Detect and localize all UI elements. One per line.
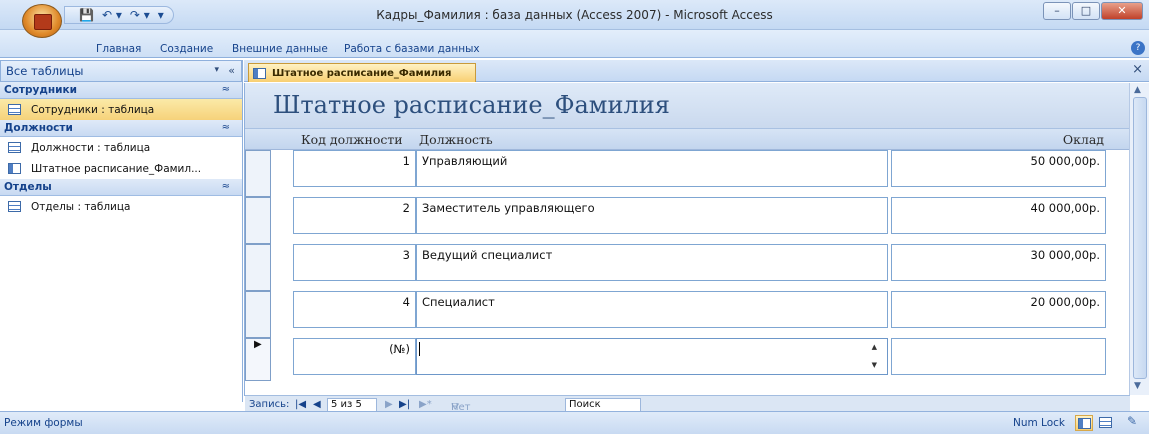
column-headers: Код должности Должность Оклад: [245, 128, 1130, 150]
office-logo-icon: [34, 14, 52, 30]
position-field[interactable]: Управляющий: [416, 150, 888, 187]
record-selector[interactable]: [245, 244, 271, 291]
nav-group-title: Должности: [4, 122, 73, 134]
status-mode: Режим формы: [4, 417, 83, 429]
form-view: Штатное расписание_Фамилия Код должности…: [244, 83, 1130, 424]
form-view-button[interactable]: [1075, 415, 1093, 431]
nav-group-title: Отделы: [4, 181, 52, 193]
chevron-up-icon: ≈: [221, 122, 230, 133]
nav-pane-header[interactable]: Все таблицы ▾ «: [0, 60, 242, 82]
tab-home[interactable]: Главная: [96, 43, 141, 55]
position-field[interactable]: Ведущий специалист: [416, 244, 888, 281]
current-record-selector[interactable]: ▶: [245, 338, 271, 381]
vertical-scrollbar[interactable]: ▲ ▼: [1129, 83, 1149, 395]
table-icon: [8, 201, 21, 212]
window-controls: – □ ✕: [1043, 2, 1143, 20]
nav-group-positions[interactable]: Должности ≈: [0, 120, 242, 137]
spin-down-icon[interactable]: ▼: [872, 361, 877, 369]
new-salary-field[interactable]: [891, 338, 1106, 375]
scroll-up-icon[interactable]: ▲: [1134, 85, 1141, 95]
record-selector[interactable]: [245, 150, 271, 197]
salary-field[interactable]: 30 000,00р.: [891, 244, 1106, 281]
nav-pane-title: Все таблицы: [6, 64, 84, 78]
first-record-icon[interactable]: |◀: [295, 399, 306, 410]
position-field[interactable]: Специалист: [416, 291, 888, 328]
salary-field[interactable]: 50 000,00р.: [891, 150, 1106, 187]
header-position-code: Код должности: [301, 132, 403, 147]
spin-up-icon[interactable]: ▲: [872, 343, 877, 351]
help-icon[interactable]: ?: [1131, 41, 1145, 55]
nav-item-departments-table[interactable]: Отделы : таблица: [0, 196, 242, 217]
header-position: Должность: [419, 132, 493, 147]
navigation-pane: Все таблицы ▾ « Сотрудники ≈ Сотрудники :…: [0, 60, 243, 402]
status-bar: Режим формы Num Lock ✎: [0, 411, 1149, 434]
scroll-down-icon[interactable]: ▼: [1134, 381, 1141, 391]
record-selector[interactable]: [245, 197, 271, 244]
header-salary: Оклад: [1062, 132, 1104, 147]
layout-view-button[interactable]: [1097, 415, 1115, 431]
prev-record-icon[interactable]: ◀: [313, 399, 321, 410]
nav-item-employees-table[interactable]: Сотрудники : таблица: [0, 99, 242, 120]
nav-item-label: Сотрудники : таблица: [31, 103, 155, 116]
ribbon: Главная Создание Внешние данные Работа с…: [0, 30, 1149, 58]
nav-group-title: Сотрудники: [4, 84, 77, 96]
form-view-icon: [1078, 418, 1091, 429]
tab-staff-schedule[interactable]: Штатное расписание_Фамилия: [248, 63, 476, 82]
minimize-button[interactable]: –: [1043, 2, 1071, 20]
search-input[interactable]: Поиск: [565, 398, 641, 412]
current-record-indicator-icon: ▶: [254, 339, 262, 350]
doc-tab-label: Штатное расписание_Фамилия: [272, 67, 452, 79]
text-cursor: [419, 342, 420, 356]
table-icon: [8, 104, 21, 115]
next-record-icon[interactable]: ▶: [385, 399, 393, 410]
nav-item-label: Штатное расписание_Фамил...: [31, 162, 202, 175]
new-record-icon[interactable]: ▶*: [419, 399, 432, 410]
nav-item-label: Отделы : таблица: [31, 200, 131, 213]
nav-group-employees[interactable]: Сотрудники ≈: [0, 82, 242, 99]
maximize-button[interactable]: □: [1072, 2, 1100, 20]
form-title: Штатное расписание_Фамилия: [273, 91, 670, 119]
tab-database-tools[interactable]: Работа с базами данных: [344, 43, 480, 55]
nav-item-label: Должности : таблица: [31, 141, 151, 154]
record-label: Запись:: [249, 399, 290, 410]
new-position-field[interactable]: ▲ ▼: [416, 338, 888, 375]
record-selector[interactable]: [245, 291, 271, 338]
form-icon: [8, 163, 21, 174]
tab-external-data[interactable]: Внешние данные: [232, 43, 328, 55]
collapse-pane-icon[interactable]: «: [228, 64, 235, 77]
code-field[interactable]: 4: [293, 291, 416, 328]
new-code-field[interactable]: (№): [293, 338, 416, 375]
salary-field[interactable]: 40 000,00р.: [891, 197, 1106, 234]
code-field[interactable]: 1: [293, 150, 416, 187]
design-view-icon[interactable]: ✎: [1127, 414, 1137, 428]
table-icon: [8, 142, 21, 153]
title-bar: 💾 ↶ ▾ ↷ ▾ ▾ Кадры_Фамилия : база данных …: [0, 0, 1149, 30]
code-field[interactable]: 2: [293, 197, 416, 234]
form-icon: [253, 67, 266, 79]
chevron-up-icon: ≈: [221, 181, 230, 192]
close-button[interactable]: ✕: [1101, 2, 1143, 20]
last-record-icon[interactable]: ▶|: [399, 399, 410, 410]
chevron-up-icon: ≈: [221, 84, 230, 95]
chevron-down-icon[interactable]: ▾: [214, 65, 219, 75]
form-header: Штатное расписание_Фамилия: [245, 83, 1130, 128]
salary-field[interactable]: 20 000,00р.: [891, 291, 1106, 328]
position-field[interactable]: Заместитель управляющего: [416, 197, 888, 234]
window-title: Кадры_Фамилия : база данных (Access 2007…: [376, 8, 773, 22]
code-field[interactable]: 3: [293, 244, 416, 281]
office-button[interactable]: [22, 4, 62, 38]
close-document-icon[interactable]: ×: [1132, 62, 1143, 77]
nav-group-departments[interactable]: Отделы ≈: [0, 179, 242, 196]
nav-item-staff-schedule-form[interactable]: Штатное расписание_Фамил...: [0, 158, 242, 179]
document-tabs: Штатное расписание_Фамилия ×: [244, 60, 1149, 82]
scroll-thumb[interactable]: [1133, 97, 1147, 379]
tab-create[interactable]: Создание: [160, 43, 213, 55]
nav-item-positions-table[interactable]: Должности : таблица: [0, 137, 242, 158]
num-lock-indicator: Num Lock: [1012, 417, 1065, 429]
record-number-input[interactable]: 5 из 5: [327, 398, 377, 412]
layout-view-icon: [1099, 417, 1112, 428]
